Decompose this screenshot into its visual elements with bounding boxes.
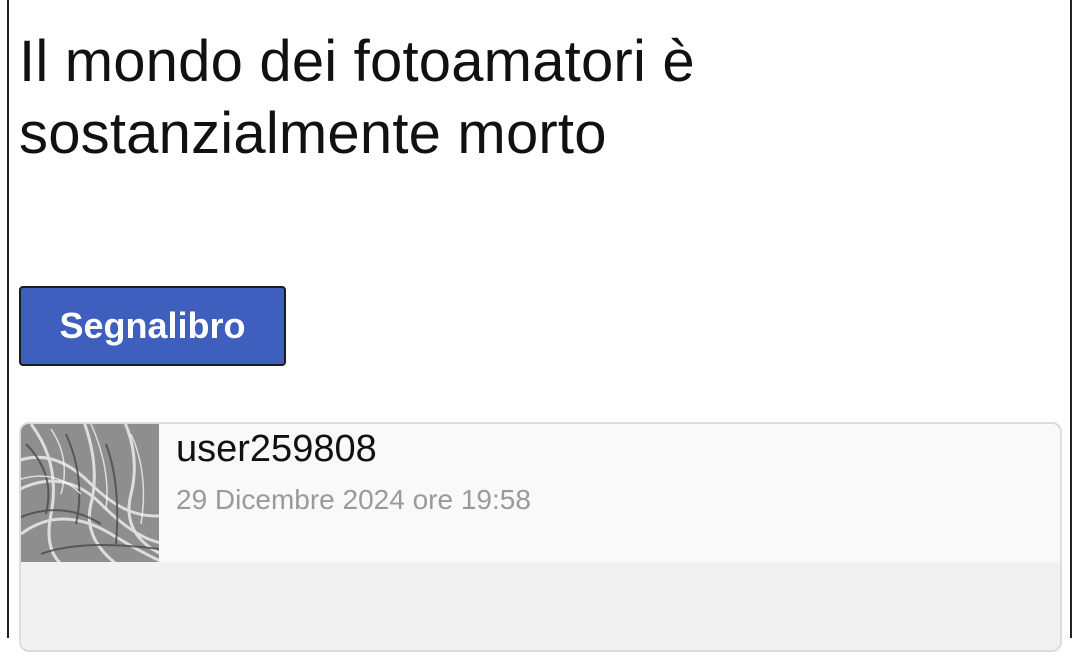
comment-timestamp: 29 Dicembre 2024 ore 19:58 (176, 484, 531, 515)
comment-username[interactable]: user259808 (176, 426, 377, 472)
user-avatar-photo-icon (21, 424, 159, 562)
bookmark-button[interactable]: Segnalibro (19, 286, 286, 366)
page-title-line-1: Il mondo dei fotoamatori è (19, 29, 695, 94)
page-title: Il mondo dei fotoamatori è sostanzialmen… (19, 26, 1019, 170)
comment-body (21, 562, 1060, 650)
page-title-line-2: sostanzialmente morto (19, 101, 607, 166)
avatar[interactable] (21, 424, 159, 562)
comment-card: user259808 29 Dicembre 2024 ore 19:58 (19, 422, 1062, 652)
